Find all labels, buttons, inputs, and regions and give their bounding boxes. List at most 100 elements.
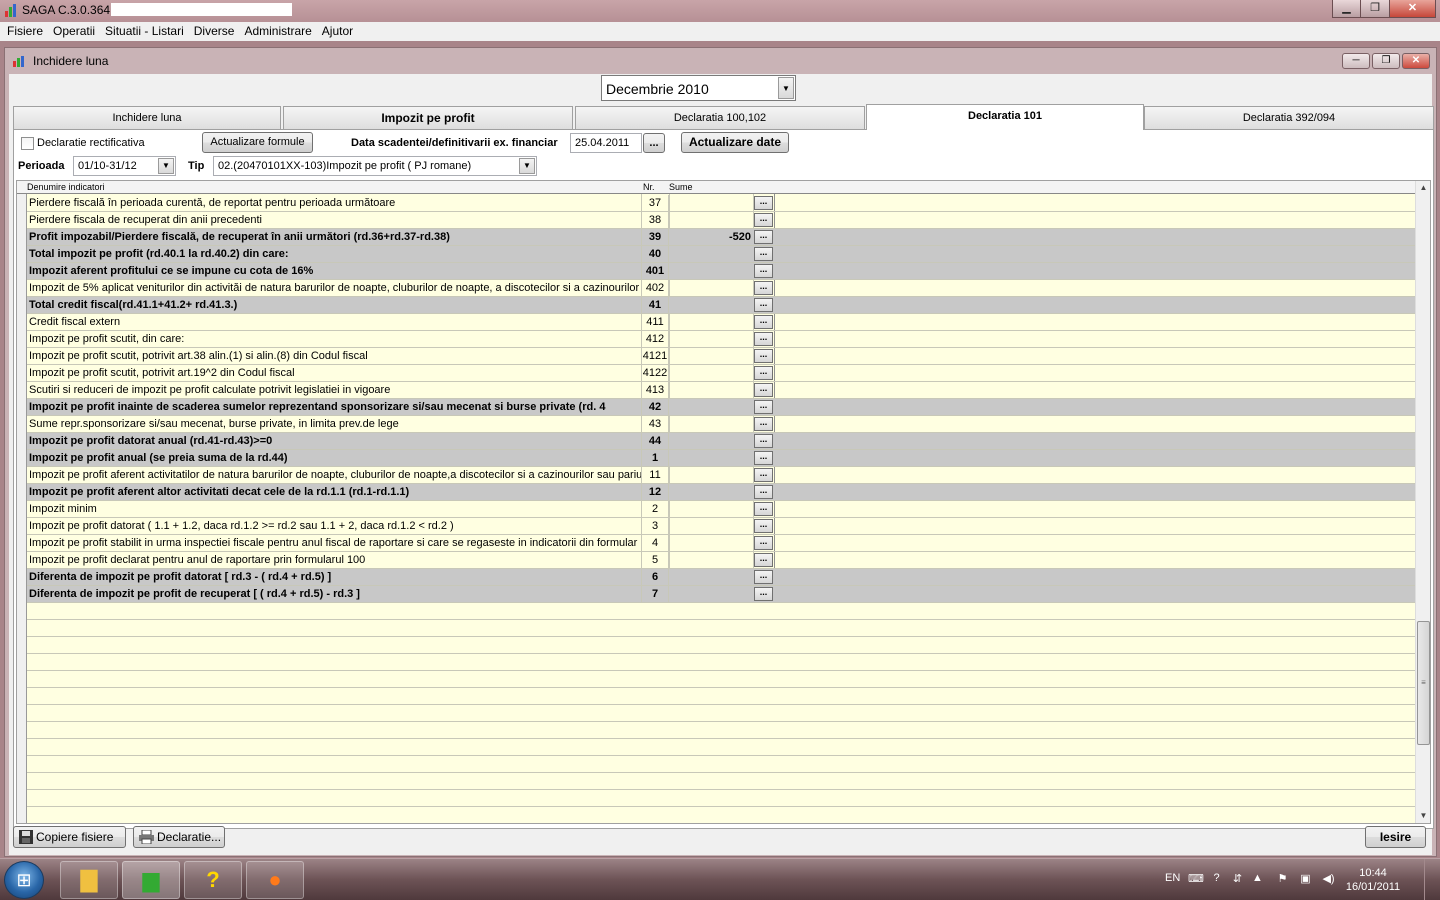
table-row[interactable]: Profit impozabil/Pierdere fiscală, de re… — [27, 229, 1417, 246]
table-row[interactable]: Impozit pe profit scutit, potrivit art.1… — [27, 365, 1417, 382]
show-hidden-icons-icon[interactable]: ▲ — [1250, 872, 1265, 886]
row-details-button[interactable]: ... — [754, 587, 773, 601]
table-row[interactable]: Impozit pe profit scutit, din care: 412..… — [27, 331, 1417, 348]
indicator-sum[interactable]: -520 — [669, 231, 751, 243]
table-row[interactable]: Impozit de 5% aplicat veniturilor din ac… — [27, 280, 1417, 297]
network-icon[interactable]: ▣ — [1298, 872, 1313, 886]
row-details-button[interactable]: ... — [754, 553, 773, 567]
row-details-button[interactable]: ... — [754, 536, 773, 550]
table-row[interactable]: Diferenta de impozit pe profit datorat [… — [27, 569, 1417, 586]
child-close-button[interactable]: ✕ — [1402, 53, 1430, 69]
vertical-scrollbar[interactable]: ▲ ≡ ▼ — [1415, 181, 1430, 823]
tray-options-icon[interactable]: ⇵ — [1230, 872, 1245, 886]
row-details-button[interactable]: ... — [754, 417, 773, 431]
row-details-button[interactable]: ... — [754, 468, 773, 482]
chevron-down-icon[interactable]: ▼ — [158, 158, 174, 174]
row-details-button[interactable]: ... — [754, 298, 773, 312]
row-details-button[interactable]: ... — [754, 502, 773, 516]
taskbar-explorer[interactable]: ▇ — [60, 861, 118, 899]
tab-declaratia-100-102[interactable]: Declaratia 100,102 — [575, 106, 865, 129]
scroll-up-icon[interactable]: ▲ — [1416, 181, 1430, 195]
row-details-button[interactable]: ... — [754, 281, 773, 295]
tab-declaratia-101[interactable]: Declaratia 101 — [866, 104, 1144, 130]
child-titlebar[interactable]: Inchidere luna ─ ❐ ✕ — [5, 48, 1436, 74]
row-details-button[interactable]: ... — [754, 332, 773, 346]
child-restore-button[interactable]: ❐ — [1372, 53, 1400, 69]
table-row[interactable]: Scutiri si reduceri de impozit pe profit… — [27, 382, 1417, 399]
row-details-button[interactable]: ... — [754, 366, 773, 380]
menu-ajutor[interactable]: Ajutor — [317, 22, 358, 41]
row-details-button[interactable]: ... — [754, 230, 773, 244]
header-denumire[interactable]: Denumire indicatori — [27, 182, 105, 192]
clock[interactable]: 10:44 16/01/2011 — [1345, 866, 1401, 894]
row-details-button[interactable]: ... — [754, 315, 773, 329]
minimize-button[interactable]: ▁ — [1332, 0, 1361, 18]
table-row[interactable]: Impozit pe profit declarat pentru anul d… — [27, 552, 1417, 569]
row-details-button[interactable]: ... — [754, 400, 773, 414]
row-details-button[interactable]: ... — [754, 349, 773, 363]
restore-button[interactable]: ❐ — [1361, 0, 1390, 18]
date-picker-button[interactable]: ... — [643, 133, 665, 153]
app-titlebar[interactable]: SAGA C.3.0.364 ▁ ❐ ✕ — [0, 0, 1440, 21]
row-details-button[interactable]: ... — [754, 485, 773, 499]
keyboard-icon[interactable]: ⌨ — [1188, 872, 1204, 886]
copiere-fisiere-button[interactable]: Copiere fisiere — [13, 826, 126, 848]
table-row[interactable]: Credit fiscal extern 411... — [27, 314, 1417, 331]
help-tray-icon[interactable]: ? — [1209, 872, 1224, 886]
declaratie-button[interactable]: Declaratie... — [133, 826, 225, 848]
table-row[interactable]: Impozit pe profit scutit, potrivit art.3… — [27, 348, 1417, 365]
chevron-down-icon[interactable]: ▼ — [778, 77, 794, 99]
menu-fisiere[interactable]: Fisiere — [2, 22, 48, 41]
table-row[interactable]: Impozit pe profit aferent altor activita… — [27, 484, 1417, 501]
rectificativa-checkbox[interactable] — [21, 137, 34, 150]
volume-icon[interactable]: ◀) — [1321, 872, 1336, 886]
taskbar-help[interactable]: ? — [184, 861, 242, 899]
taskbar-firefox[interactable]: ● — [246, 861, 304, 899]
menu-administrare[interactable]: Administrare — [239, 22, 316, 41]
perioada-select[interactable]: 01/10-31/12 ▼ — [73, 156, 176, 176]
table-row[interactable]: Impozit pe profit stabilit in urma inspe… — [27, 535, 1417, 552]
row-details-button[interactable]: ... — [754, 383, 773, 397]
language-indicator[interactable]: EN — [1165, 872, 1180, 884]
header-nr[interactable]: Nr. — [643, 182, 655, 192]
table-row[interactable]: Diferenta de impozit pe profit de recupe… — [27, 586, 1417, 603]
table-row[interactable]: Total impozit pe profit (rd.40.1 la rd.4… — [27, 246, 1417, 263]
row-details-button[interactable]: ... — [754, 519, 773, 533]
row-details-button[interactable]: ... — [754, 570, 773, 584]
actualizare-formule-button[interactable]: Actualizare formule — [202, 132, 313, 153]
actualizare-date-button[interactable]: Actualizare date — [681, 132, 789, 153]
table-row[interactable]: Pierdere fiscala de recuperat din anii p… — [27, 212, 1417, 229]
taskbar-saga[interactable]: ▆ — [122, 861, 180, 899]
close-button[interactable]: ✕ — [1390, 0, 1436, 18]
row-details-button[interactable]: ... — [754, 264, 773, 278]
start-button[interactable]: ⊞ — [4, 861, 44, 899]
menu-diverse[interactable]: Diverse — [189, 22, 240, 41]
row-details-button[interactable]: ... — [754, 213, 773, 227]
table-row[interactable]: Impozit pe profit aferent activitatilor … — [27, 467, 1417, 484]
table-row[interactable]: Sume repr.sponsorizare si/sau mecenat, b… — [27, 416, 1417, 433]
table-row[interactable]: Impozit pe profit anual (se preia suma d… — [27, 450, 1417, 467]
table-row[interactable]: Impozit pe profit inainte de scaderea su… — [27, 399, 1417, 416]
row-details-button[interactable]: ... — [754, 247, 773, 261]
scroll-thumb[interactable]: ≡ — [1417, 621, 1430, 745]
row-details-button[interactable]: ... — [754, 196, 773, 210]
child-minimize-button[interactable]: ─ — [1342, 53, 1370, 69]
tab-inchidere-luna[interactable]: Inchidere luna — [13, 106, 281, 129]
data-scadentei-field[interactable]: 25.04.2011 — [570, 133, 642, 153]
tab-declaratia-392-094[interactable]: Declaratia 392/094 — [1144, 106, 1434, 129]
table-row[interactable]: Impozit aferent profitului ce se impune … — [27, 263, 1417, 280]
table-row[interactable]: Impozit pe profit datorat ( 1.1 + 1.2, d… — [27, 518, 1417, 535]
row-details-button[interactable]: ... — [754, 451, 773, 465]
menu-situatii-listari[interactable]: Situatii - Listari — [100, 22, 189, 41]
table-row[interactable]: Impozit pe profit datorat anual (rd.41-r… — [27, 433, 1417, 450]
tab-impozit-pe-profit[interactable]: Impozit pe profit — [283, 106, 573, 129]
show-desktop-button[interactable] — [1424, 859, 1440, 900]
action-center-flag-icon[interactable]: ⚑ — [1275, 872, 1290, 886]
menu-operatii[interactable]: Operatii — [48, 22, 100, 41]
header-sume[interactable]: Sume — [669, 182, 693, 192]
chevron-down-icon[interactable]: ▼ — [519, 158, 535, 174]
row-details-button[interactable]: ... — [754, 434, 773, 448]
table-row[interactable]: Impozit minim 2... — [27, 501, 1417, 518]
table-row[interactable]: Pierdere fiscală în perioada curentă, de… — [27, 195, 1417, 212]
tip-select[interactable]: 02.(20470101XX-103)Impozit pe profit ( P… — [213, 156, 537, 176]
